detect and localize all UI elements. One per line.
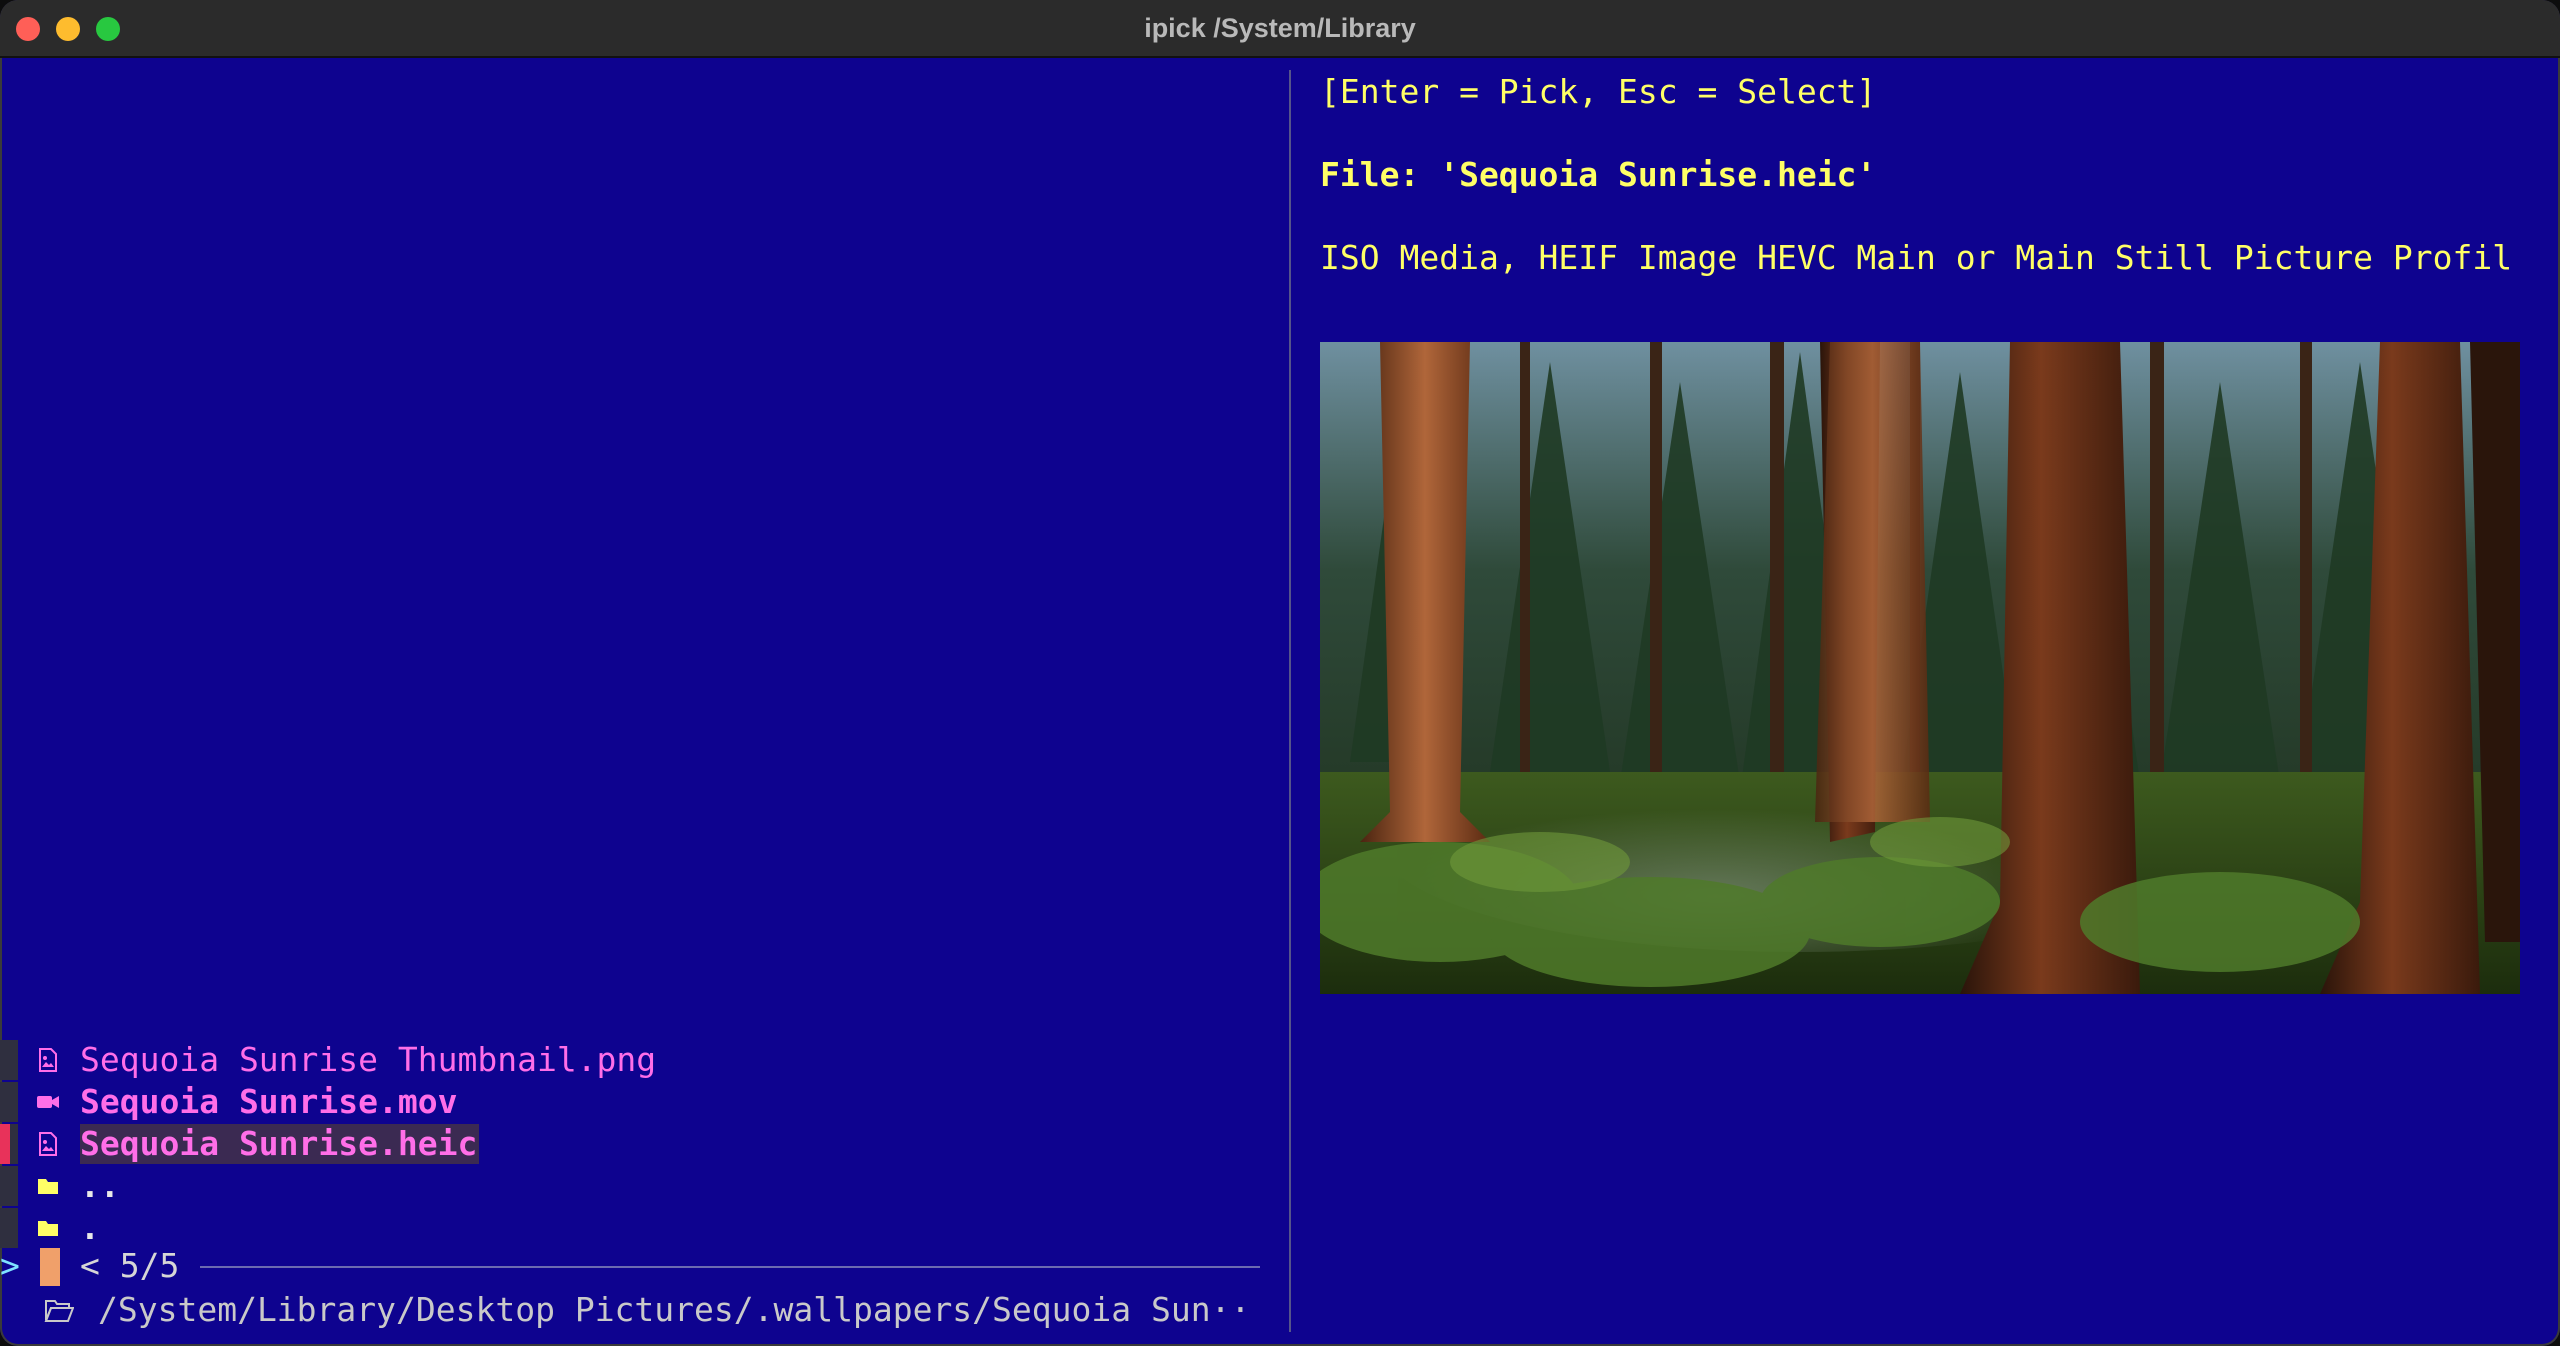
window-title: ipick /System/Library	[1144, 13, 1416, 43]
row-gutter	[0, 1208, 18, 1248]
list-item-label: Sequoia Sunrise.heic	[80, 1124, 480, 1164]
list-item-label: .	[80, 1208, 100, 1247]
folder-icon	[38, 1179, 58, 1194]
counter-separator	[200, 1266, 1260, 1268]
current-path: /System/Library/Desktop Pictures/.wallpa…	[98, 1290, 1251, 1329]
folder-icon	[38, 1221, 58, 1236]
row-gutter	[0, 1040, 18, 1080]
preview-image	[1320, 342, 2520, 994]
list-item[interactable]: Sequoia Sunrise Thumbnail.png	[0, 1040, 1280, 1080]
sequoia-forest-image	[1320, 342, 2520, 994]
list-item-label: Sequoia Sunrise Thumbnail.png	[80, 1040, 657, 1079]
image-file-icon	[39, 1132, 57, 1156]
open-folder-icon	[44, 1300, 74, 1322]
prompt-caret: >	[0, 1246, 20, 1285]
preview-help-text: [Enter = Pick, Esc = Select]	[1320, 72, 1877, 111]
preview-file-label: File: 'Sequoia Sunrise.heic'	[1320, 155, 1877, 194]
video-file-icon	[37, 1096, 59, 1108]
list-item-label: ..	[80, 1166, 120, 1205]
terminal-window: ipick /System/Library Sequoia Sunrise Th…	[0, 0, 2560, 1346]
list-item-selected[interactable]: Sequoia Sunrise.heic	[0, 1124, 1280, 1164]
title-bar: ipick /System/Library	[0, 0, 2560, 58]
list-item[interactable]: Sequoia Sunrise.mov	[0, 1082, 1280, 1122]
image-file-icon	[39, 1048, 57, 1072]
list-item-label: Sequoia Sunrise.mov	[80, 1082, 458, 1121]
row-gutter	[0, 1166, 18, 1206]
pane-divider	[1289, 70, 1291, 1332]
match-counter: < 5/5	[80, 1246, 180, 1285]
list-item[interactable]: .	[0, 1208, 1280, 1248]
list-item[interactable]: ..	[0, 1166, 1280, 1206]
row-gutter	[0, 1082, 18, 1122]
preview-file-info: ISO Media, HEIF Image HEVC Main or Main …	[1320, 238, 2513, 277]
selection-marker	[0, 1124, 10, 1164]
query-input-cursor[interactable]	[40, 1248, 60, 1286]
